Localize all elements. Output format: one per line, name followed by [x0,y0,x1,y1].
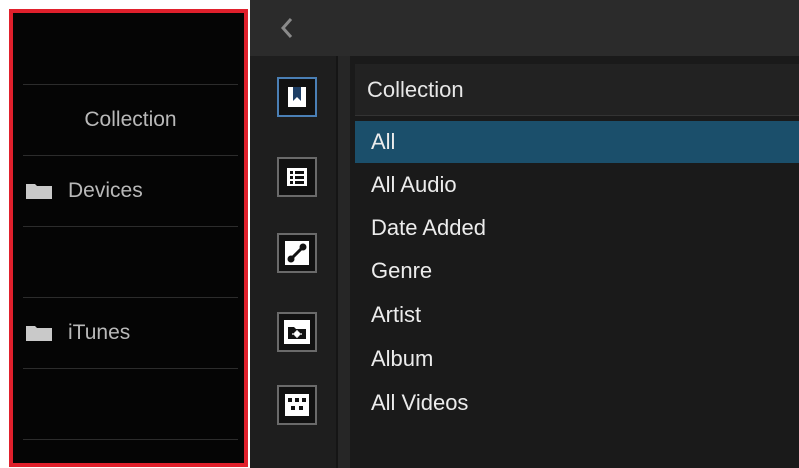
sidebar-row-empty [23,226,238,298]
folder-network-icon[interactable] [277,312,317,352]
list-item-genre[interactable]: Genre [355,250,799,292]
sidebar-item-label: Devices [68,178,143,202]
sidebar-item-label: iTunes [68,320,131,344]
chevron-left-icon[interactable] [280,16,294,45]
top-bar [250,0,799,56]
list-item-all-audio[interactable]: All Audio [355,164,799,206]
sidebar-panel: Collection Devices iTunes [9,9,248,467]
sidebar-row-empty [23,13,238,85]
folder-icon [25,181,53,200]
list-header: Collection [355,64,799,116]
table-icon[interactable] [277,157,317,197]
list-item-all-videos[interactable]: All Videos [355,382,799,424]
list-item-artist[interactable]: Artist [355,294,799,336]
sidebar-item-collection[interactable]: Collection [23,84,238,156]
list-item-all[interactable]: All [355,121,799,163]
sidebar-item-devices[interactable]: Devices [23,155,238,227]
link-icon[interactable] [277,233,317,273]
sidebar-item-itunes[interactable]: iTunes [23,297,238,369]
grid-icon[interactable] [277,385,317,425]
sidebar-row-empty [23,368,238,440]
list-item-album[interactable]: Album [355,338,799,380]
list-item-date-added[interactable]: Date Added [355,207,799,249]
folder-icon [25,323,53,342]
column-divider[interactable] [336,56,350,468]
bookmark-icon[interactable] [277,77,317,117]
sidebar-item-label: Collection [84,107,177,131]
